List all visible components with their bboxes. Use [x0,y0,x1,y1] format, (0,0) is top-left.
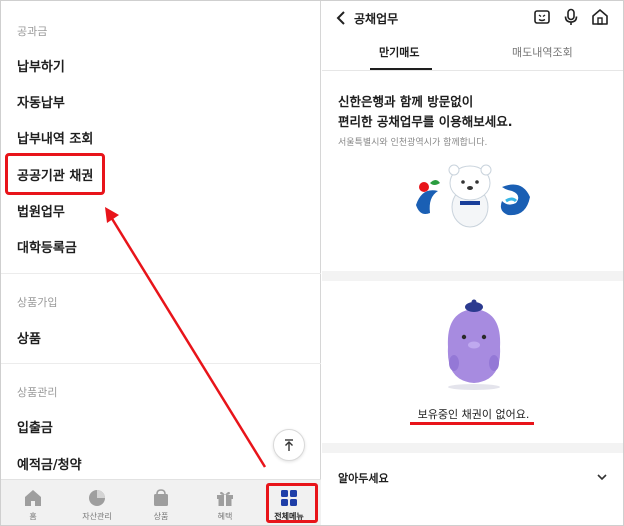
menu-item-products[interactable]: 상품 [17,328,41,347]
bond-service-panel: 공채업무 만기매도 매도내역조회 신한은행과 함께 방문없이 편리한 공채업무를… [322,1,623,525]
chevron-down-icon [597,474,607,481]
tab-label: 홈 [29,512,37,521]
section-title-product-management: 상품관리 [17,386,58,399]
purple-mascot-illustration [447,299,501,390]
menu-item-deposit-withdraw[interactable]: 입출금 [17,417,53,436]
empty-bonds-state: 보유중인 채권이 없어요. [322,281,623,441]
tab-label: 자산관리 [82,512,112,521]
microphone-icon[interactable] [562,8,580,26]
highlight-box-all-menu [266,483,318,523]
menu-item-pay[interactable]: 납부하기 [17,56,65,75]
city-logo-red-dot [419,182,429,192]
chatbot-face-icon[interactable] [533,8,551,26]
tab-label: 상품 [153,512,169,521]
page-title: 공채업무 [354,12,399,26]
section-title-bills: 공과금 [17,25,48,38]
home-icon [25,490,41,506]
arrow-up-icon [285,439,293,451]
menu-item-auto-pay[interactable]: 자동납부 [17,92,65,111]
tab-asset-management[interactable]: 자산관리 [65,480,129,525]
section-title-products: 상품가입 [17,296,58,309]
gift-icon [217,491,233,506]
pie-chart-icon [89,490,105,506]
service-tabs: 만기매도 매도내역조회 [322,35,623,71]
section-divider [1,363,321,364]
section-gap [322,443,623,453]
full-menu-panel: 공과금 납부하기 자동납부 납부내역 조회 공공기관 채권 법원업무 대학등록금… [1,1,321,525]
promo-headline-line1: 신한은행과 함께 방문없이 [338,94,474,109]
city-logo-green-leaf [430,180,440,185]
promo-subtitle: 서울특별시와 인천광역시가 함께합니다. [338,138,488,148]
tab-products[interactable]: 상품 [129,480,193,525]
tab-benefits[interactable]: 혜택 [193,480,257,525]
promo-illustration [416,164,530,228]
home-icon[interactable] [591,8,609,26]
back-arrow-icon[interactable] [334,9,348,27]
shopping-bag-icon [154,489,168,506]
menu-item-payment-history[interactable]: 납부내역 조회 [17,128,93,147]
city-logo-swoosh-left [416,190,438,214]
section-divider [1,273,321,274]
tab-home[interactable]: 홈 [1,480,65,525]
section-gap [322,271,623,281]
empty-message: 보유중인 채권이 없어요. [417,408,530,421]
menu-item-court-services[interactable]: 법원업무 [17,201,65,220]
tab-maturity-sale[interactable]: 만기매도 [379,44,419,60]
tab-sale-history[interactable]: 매도내역조회 [512,44,573,60]
annotation-underline [410,422,534,425]
active-tab-indicator [370,68,432,70]
highlight-box-public-bonds [5,153,105,195]
tab-label: 혜택 [217,512,233,521]
menu-item-tuition[interactable]: 대학등록금 [17,237,77,256]
menu-item-savings[interactable]: 예적금/청약 [17,454,82,473]
notice-label: 알아두세요 [338,472,389,485]
screenshot-stage: 공과금 납부하기 자동납부 납부내역 조회 공공기관 채권 법원업무 대학등록금… [0,0,624,526]
notice-accordion[interactable]: 알아두세요 [322,453,623,503]
app-header: 공채업무 [322,1,623,35]
scroll-to-top-button[interactable] [273,429,305,461]
promo-headline-line2: 편리한 공채업무를 이용해보세요. [338,114,513,129]
promo-banner: 신한은행과 함께 방문없이 편리한 공채업무를 이용해보세요. 서울특별시와 인… [322,71,623,271]
